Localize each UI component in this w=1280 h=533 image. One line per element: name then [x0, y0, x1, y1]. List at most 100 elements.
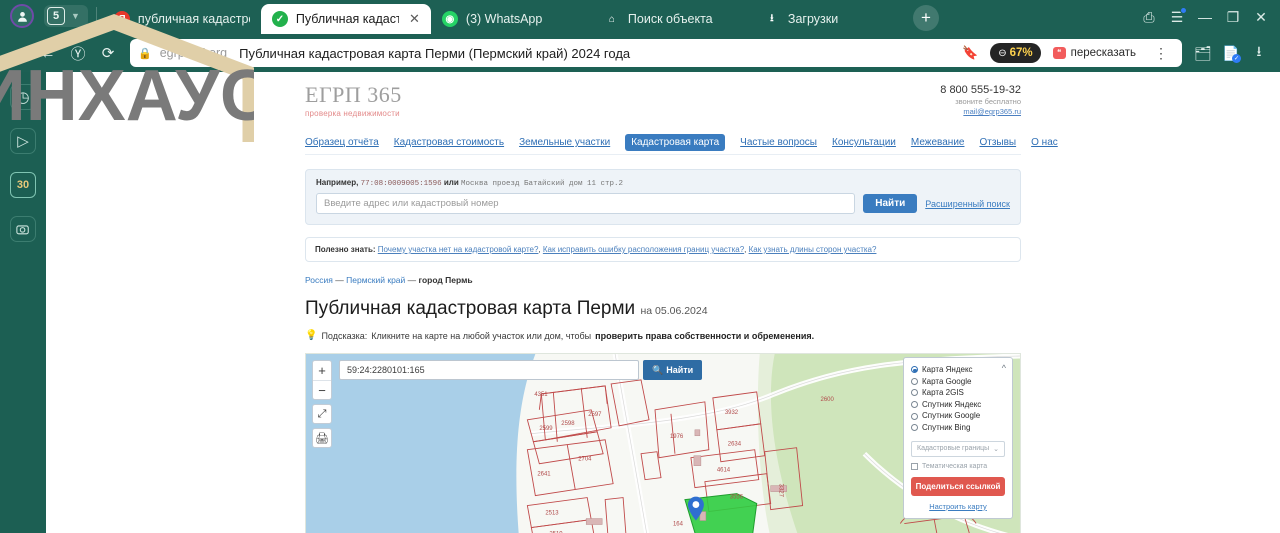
email-link[interactable]: mail@egrp365.ru [940, 107, 1021, 116]
camera-glyph [16, 225, 29, 235]
nav-item-surveying[interactable]: Межевание [911, 137, 965, 148]
advanced-search-link[interactable]: Расширенный поиск [925, 199, 1010, 209]
parcel-label: 3327 [778, 484, 784, 498]
layer-option-google-map[interactable]: Карта Google [911, 376, 1005, 388]
logo-title: ЕГРП 365 [305, 82, 402, 107]
breadcrumb-region[interactable]: Пермский край [346, 275, 405, 285]
browser-tab-active[interactable]: ✓ Публичная кадастро ✕ [260, 4, 431, 34]
close-icon[interactable]: ✕ [409, 11, 420, 27]
parcel-label: 2641 [537, 472, 551, 478]
nav-item-about[interactable]: О нас [1031, 137, 1058, 148]
contact-block: 8 800 555-19-32 звоните бесплатно mail@e… [940, 84, 1021, 116]
map-find-button[interactable]: 🔍 Найти [643, 360, 703, 380]
search-button[interactable]: Найти [863, 194, 918, 213]
layer-label: Карта 2GIS [922, 388, 964, 398]
parcel-label: 1976 [670, 434, 684, 440]
protection-icon[interactable]: 📄 ✓ [1218, 40, 1244, 66]
share-link-button[interactable]: Поделиться ссылкой [911, 476, 1005, 496]
side-rail: ◷ ▷ 30 [0, 72, 46, 533]
address-bar[interactable]: 🔒 egrp365.org Публичная кадастровая карт… [130, 39, 1182, 67]
history-icon[interactable]: ◷ [10, 84, 36, 110]
nav-item-sample-report[interactable]: Образец отчёта [305, 137, 379, 148]
layer-option-bing-satellite[interactable]: Спутник Bing [911, 422, 1005, 434]
useful-label: Полезно знать: [315, 245, 376, 254]
useful-links-box: Полезно знать: Почему участка нет на кад… [305, 237, 1021, 262]
browser-tab[interactable]: ◉ (3) WhatsApp [431, 4, 593, 34]
browser-window: 5 ▼ Я публичная кадастровая ✓ Публичная … [0, 0, 1280, 533]
downloads-icon[interactable]: ⭳ [1246, 40, 1272, 66]
zoom-level-value: 67% [1009, 47, 1033, 59]
chevron-up-icon[interactable]: ^ [1002, 363, 1006, 373]
nav-item-faq[interactable]: Частые вопросы [740, 137, 817, 148]
search-icon: 🔍 [652, 364, 664, 375]
yandex-assistant-icon[interactable]: Ⓨ [64, 39, 92, 67]
map-zoom-controls[interactable]: + − [312, 360, 332, 400]
bookmarks-icon[interactable]: ⎙ [1136, 4, 1162, 30]
cadastral-map[interactable]: 4351 2599 2598 2597 2641 2704 1976 3932 … [305, 353, 1021, 533]
screenshot-icon[interactable] [10, 216, 36, 242]
page-container: ЕГРП 365 проверка недвижимости 8 800 555… [305, 78, 1058, 533]
layer-option-yandex-map[interactable]: Карта Яндекс [911, 364, 1005, 376]
back-button[interactable]: ← [34, 39, 62, 67]
site-logo[interactable]: ЕГРП 365 проверка недвижимости [305, 82, 402, 119]
nav-item-reviews[interactable]: Отзывы [979, 137, 1016, 148]
tabstrip-left-controls: 5 ▼ [4, 0, 103, 34]
breadcrumb-russia[interactable]: Россия [305, 275, 333, 285]
zoom-out-button[interactable]: − [313, 380, 331, 399]
tab-counter-button[interactable]: 5 ▼ [44, 5, 88, 27]
site-search-panel: Например, 77:08:0009005:1596 или Москва … [305, 169, 1021, 225]
cadastral-borders-select[interactable]: Кадастровые границы ⌄ [911, 440, 1005, 457]
minimize-button[interactable]: — [1192, 4, 1218, 30]
reload-button[interactable]: ⟳ [94, 39, 122, 67]
useful-link-3[interactable]: Как узнать длины сторон участка? [749, 245, 877, 254]
layer-option-yandex-satellite[interactable]: Спутник Яндекс [911, 399, 1005, 411]
layer-option-2gis-map[interactable]: Карта 2GIS [911, 387, 1005, 399]
whatsapp-icon: ◉ [441, 11, 458, 27]
nav-item-consultations[interactable]: Консультации [832, 137, 896, 148]
useful-link-2[interactable]: Как исправить ошибку расположения границ… [543, 245, 744, 254]
video-icon[interactable]: ▷ [10, 128, 36, 154]
site-nav: Образец отчёта Кадастровая стоимость Зем… [305, 134, 1058, 155]
address-page-title: Публичная кадастровая карта Перми (Пермс… [239, 45, 631, 61]
new-tab-button[interactable]: + [912, 5, 939, 31]
search-example: Например, 77:08:0009005:1596 или Москва … [316, 178, 1010, 188]
tab-title: Поиск объекта [627, 12, 713, 26]
parcel-label: 164 [673, 522, 684, 528]
browser-tab[interactable]: Я публичная кадастровая [103, 4, 261, 34]
profile-avatar-button[interactable] [10, 4, 34, 28]
parcel-label: 2600 [821, 397, 835, 403]
setup-map-link[interactable]: Настроить карту [911, 502, 1005, 511]
nav-item-cadastral-value[interactable]: Кадастровая стоимость [394, 137, 504, 148]
window-controls: ⎙ ☰ — ❐ ✕ [1136, 4, 1280, 34]
phone-number[interactable]: 8 800 555-19-32 [940, 84, 1021, 96]
zoom-in-button[interactable]: + [313, 361, 331, 380]
print-icon[interactable]: 🖨 [312, 428, 332, 448]
page-viewport: ЕГРП 365 проверка недвижимости 8 800 555… [46, 72, 1280, 533]
close-window-button[interactable]: ✕ [1248, 4, 1274, 30]
map-layers-panel[interactable]: ^ Карта Яндекс Карта Google Карта 2GIS С… [903, 357, 1013, 519]
zoom-level-badge[interactable]: ⊖ 67% [990, 43, 1041, 63]
bookmark-star-icon[interactable]: 🔖 [958, 45, 982, 61]
person-icon [17, 11, 27, 22]
more-options-icon[interactable]: ⋮ [1148, 45, 1174, 62]
useful-link-1[interactable]: Почему участка нет на кадастровой карте? [378, 245, 539, 254]
chevron-down-icon: ⌄ [993, 445, 999, 453]
browser-tab[interactable]: ⭳ Загрузки [753, 4, 903, 34]
layer-label: Спутник Яндекс [922, 399, 982, 409]
collections-icon[interactable]: 🗂 [1190, 40, 1216, 66]
counter-badge[interactable]: 30 [10, 172, 36, 198]
nav-item-land-plots[interactable]: Земельные участки [519, 137, 610, 148]
fullscreen-icon[interactable]: ⤢ [312, 404, 332, 424]
retell-button[interactable]: ❝ пересказать [1052, 47, 1140, 59]
maximize-button[interactable]: ❐ [1220, 4, 1246, 30]
select-label: Кадастровые границы [917, 445, 990, 453]
nav-item-cadastral-map[interactable]: Кадастровая карта [625, 134, 726, 151]
browser-tab[interactable]: ⌂ Поиск объекта [593, 4, 753, 34]
map-search-input[interactable]: 59:24:2280101:165 [339, 360, 639, 380]
search-input[interactable]: Введите адрес или кадастровый номер [316, 193, 856, 214]
menu-icon[interactable]: ☰ [1164, 4, 1190, 30]
thematic-map-checkbox[interactable]: Тематическая карта [911, 462, 1005, 470]
layer-option-google-satellite[interactable]: Спутник Google [911, 410, 1005, 422]
navigation-bar: ← Ⓨ ⟳ 🔒 egrp365.org Публичная кадастрова… [0, 34, 1280, 72]
